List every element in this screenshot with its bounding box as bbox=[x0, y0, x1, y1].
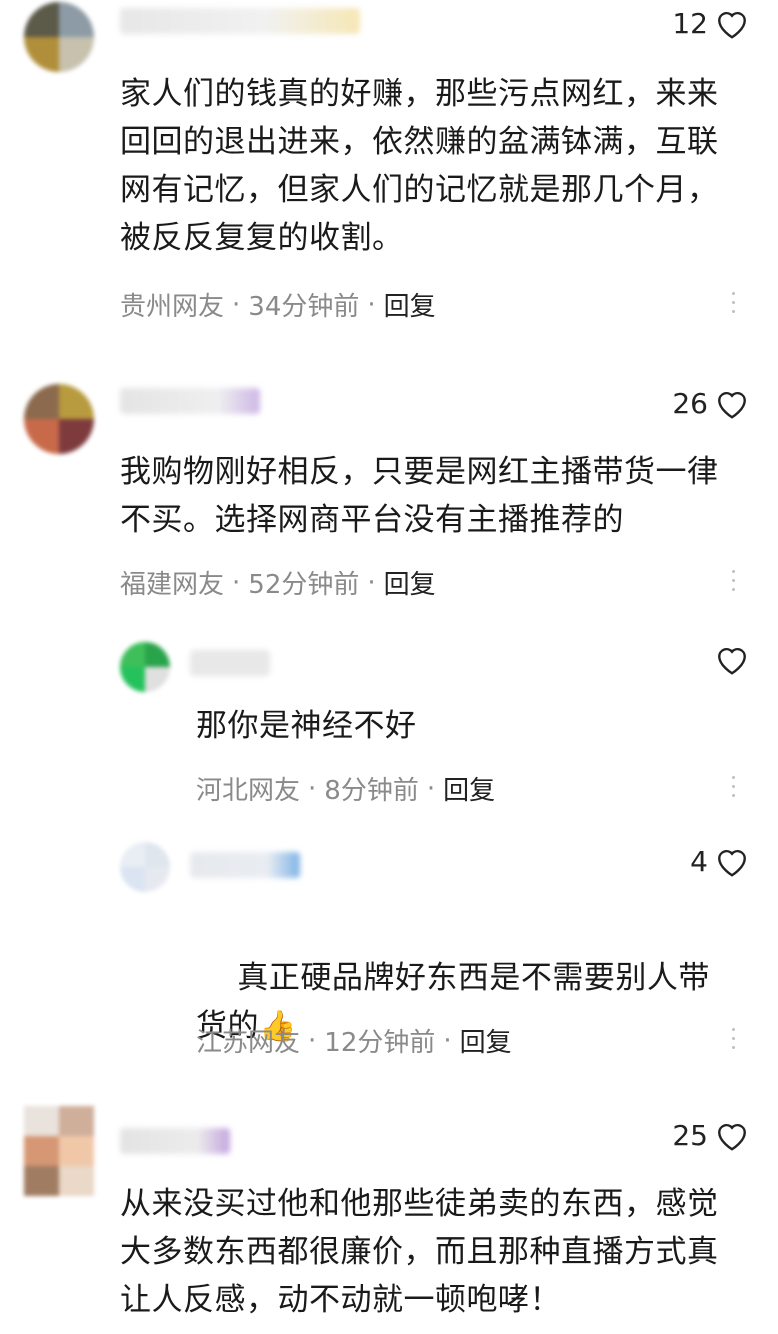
comment-text: 真正硬品牌好东西是不需要别人带货的👍 bbox=[196, 960, 710, 1044]
reply-button[interactable]: 回复 bbox=[443, 770, 495, 807]
nickname-redacted[interactable] bbox=[120, 8, 360, 34]
reply-comment-1: 那你是神经不好 河北网友 · 8分钟前 · 回复 bbox=[0, 636, 778, 836]
avatar[interactable] bbox=[24, 2, 94, 72]
like-button[interactable]: 12 bbox=[672, 6, 750, 40]
nickname-redacted[interactable] bbox=[120, 388, 260, 414]
vertical-dots-icon[interactable] bbox=[732, 292, 738, 313]
like-count: 26 bbox=[672, 386, 708, 420]
timestamp: 12分钟前 bbox=[324, 1028, 436, 1058]
nickname-redacted[interactable] bbox=[190, 650, 270, 676]
timestamp: 34分钟前 bbox=[248, 292, 360, 322]
heart-outline-icon bbox=[718, 1124, 746, 1151]
location: 河北网友 bbox=[196, 776, 301, 806]
like-button[interactable]: 25 bbox=[672, 1118, 750, 1152]
like-count: 25 bbox=[672, 1118, 708, 1152]
comment-text: 家人们的钱真的好赚，那些污点网红，来来回回的退出进来，依然赚的盆满钵满，互联网有… bbox=[120, 76, 719, 256]
like-button[interactable]: 4 bbox=[690, 844, 750, 878]
comment-meta: 福建网友 · 52分钟前 · 回复 bbox=[120, 564, 436, 601]
comment-meta: 江苏网友 · 12分钟前 · 回复 bbox=[196, 1022, 512, 1059]
like-button[interactable]: 26 bbox=[672, 386, 750, 420]
nickname-redacted[interactable] bbox=[190, 852, 300, 878]
comment-text: 从来没买过他和他那些徒弟卖的东西，感觉大多数东西都很廉价，而且那种直播方式真让人… bbox=[120, 1186, 719, 1318]
comment-text: 我购物刚好相反，只要是网红主播带货一律不买。选择网商平台没有主播推荐的 bbox=[120, 454, 719, 538]
reply-button[interactable]: 回复 bbox=[384, 286, 436, 323]
timestamp: 8分钟前 bbox=[324, 776, 419, 806]
reply-button[interactable]: 回复 bbox=[460, 1022, 512, 1059]
comment-meta: 河北网友 · 8分钟前 · 回复 bbox=[196, 770, 495, 807]
comment-meta: 贵州网友 · 34分钟前 · 回复 bbox=[120, 286, 436, 323]
like-count: 4 bbox=[690, 844, 708, 878]
comment-1: 12 家人们的钱真的好赚，那些污点网红，来来回回的退出进来，依然赚的盆满钵满，互… bbox=[0, 0, 778, 360]
location: 福建网友 bbox=[120, 570, 225, 600]
avatar[interactable] bbox=[120, 642, 170, 692]
avatar[interactable] bbox=[120, 842, 170, 892]
reply-comment-2: 4 真正硬品牌好东西是不需要别人带货的👍 江苏网友 · 12分钟前 · 回复 bbox=[0, 838, 778, 1078]
avatar[interactable] bbox=[24, 384, 94, 454]
vertical-dots-icon[interactable] bbox=[732, 776, 738, 797]
nickname-redacted[interactable] bbox=[120, 1128, 230, 1154]
location: 江苏网友 bbox=[196, 1028, 301, 1058]
vertical-dots-icon[interactable] bbox=[732, 570, 738, 591]
comment-text: 那你是神经不好 bbox=[196, 708, 417, 744]
timestamp: 52分钟前 bbox=[248, 570, 360, 600]
heart-outline-icon bbox=[718, 850, 746, 877]
like-count: 12 bbox=[672, 6, 708, 40]
heart-outline-icon bbox=[718, 648, 746, 675]
reply-button[interactable]: 回复 bbox=[384, 564, 436, 601]
comment-2: 26 我购物刚好相反，只要是网红主播带货一律不买。选择网商平台没有主播推荐的 福… bbox=[0, 380, 778, 620]
vertical-dots-icon[interactable] bbox=[732, 1028, 738, 1049]
heart-outline-icon bbox=[718, 392, 746, 419]
avatar[interactable] bbox=[24, 1106, 94, 1196]
comment-3: 25 从来没买过他和他那些徒弟卖的东西，感觉大多数东西都很廉价，而且那种直播方式… bbox=[0, 1100, 778, 1334]
heart-outline-icon bbox=[718, 12, 746, 39]
like-button[interactable] bbox=[708, 642, 750, 676]
location: 贵州网友 bbox=[120, 292, 225, 322]
